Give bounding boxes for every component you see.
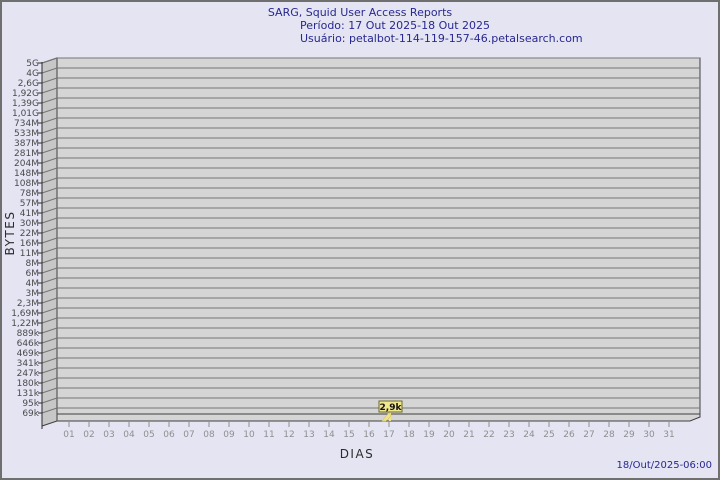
y-tick-label: 204M: [14, 159, 39, 169]
data-point-annotation: 2,9k: [379, 401, 402, 413]
y-tick-label: 1,69M: [11, 309, 39, 319]
x-tick-label: 30: [643, 430, 655, 440]
y-tick-label: 131k: [17, 389, 40, 399]
y-tick-label: 11M: [20, 249, 39, 259]
y-tick-label: 5G: [26, 59, 39, 69]
y-tick-label: 8M: [26, 259, 40, 269]
y-tick-label: 281M: [14, 149, 39, 159]
x-tick-label: 02: [83, 430, 94, 440]
x-tick-label: 14: [323, 430, 335, 440]
x-tick-label: 06: [163, 430, 175, 440]
y-tick-label: 4G: [26, 69, 39, 79]
annotation-value: 2,9k: [380, 403, 403, 413]
x-axis-title: DIAS: [340, 447, 375, 461]
plot-area: 5G4G2,6G1,92G1,39G1,01G734M533M387M281M2…: [11, 58, 700, 440]
y-tick-label: 108M: [14, 179, 39, 189]
x-tick-label: 26: [563, 430, 575, 440]
y-tick-label: 469k: [17, 349, 40, 359]
chart-user: Usuário: petalbot-114-119-157-46.petalse…: [300, 32, 583, 45]
x-tick-label: 20: [443, 430, 455, 440]
y-tick-label: 6M: [26, 269, 40, 279]
y-axis-title: BYTES: [3, 211, 17, 256]
y-tick-label: 533M: [14, 129, 39, 139]
x-tick-label: 23: [503, 430, 514, 440]
x-tick-label: 31: [663, 430, 674, 440]
y-tick-label: 341k: [17, 359, 40, 369]
x-tick-label: 07: [183, 430, 194, 440]
x-tick-label: 29: [623, 430, 635, 440]
x-tick-label: 21: [463, 430, 474, 440]
x-tick-label: 17: [383, 430, 394, 440]
x-tick-label: 05: [143, 430, 154, 440]
x-tick-label: 25: [543, 430, 554, 440]
chart-title: SARG, Squid User Access Reports: [268, 6, 453, 19]
y-tick-label: 387M: [14, 139, 39, 149]
plot-floor: [57, 414, 700, 421]
x-tick-label: 28: [603, 430, 615, 440]
y-tick-label: 1,01G: [12, 109, 39, 119]
x-tick-label: 16: [363, 430, 375, 440]
y-tick-label: 57M: [20, 199, 39, 209]
x-tick-label: 18: [403, 430, 415, 440]
sarg-report-page: SARG, Squid User Access Reports Período:…: [0, 0, 720, 480]
x-tick-label: 11: [263, 430, 274, 440]
y-tick-label: 247k: [17, 369, 40, 379]
x-tick-label: 13: [303, 430, 314, 440]
chart-period: Período: 17 Out 2025-18 Out 2025: [300, 19, 490, 32]
x-tick-label: 15: [343, 430, 354, 440]
y-tick-label: 4M: [26, 279, 40, 289]
y-tick-label: 30M: [20, 219, 39, 229]
x-tick-label: 24: [523, 430, 535, 440]
y-tick-label: 69k: [22, 409, 39, 419]
y-tick-label: 180k: [17, 379, 40, 389]
x-tick-label: 10: [243, 430, 255, 440]
y-tick-label: 1,22M: [11, 319, 39, 329]
x-tick-label: 08: [203, 430, 215, 440]
x-tick-label: 12: [283, 430, 294, 440]
y-tick-label: 646k: [17, 339, 40, 349]
y-tick-label: 734M: [14, 119, 39, 129]
generated-timestamp: 18/Out/2025-06:00: [617, 460, 712, 471]
x-tick-label: 22: [483, 430, 494, 440]
y-tick-label: 22M: [20, 229, 39, 239]
x-tick-label: 09: [223, 430, 235, 440]
plot-surface: [57, 58, 700, 414]
y-tick-label: 148M: [14, 169, 39, 179]
y-tick-label: 41M: [20, 209, 39, 219]
access-report-chart: SARG, Squid User Access Reports Período:…: [0, 0, 720, 480]
x-tick-label: 01: [63, 430, 74, 440]
y-tick-label: 3M: [26, 289, 40, 299]
x-tick-label: 27: [583, 430, 594, 440]
y-tick-label: 1,92G: [12, 89, 39, 99]
x-tick-label: 03: [103, 430, 114, 440]
y-tick-label: 78M: [20, 189, 39, 199]
y-tick-label: 16M: [20, 239, 39, 249]
x-tick-label: 19: [423, 430, 435, 440]
y-tick-label: 95k: [22, 399, 39, 409]
y-tick-label: 889k: [17, 329, 40, 339]
y-tick-label: 2,3M: [17, 299, 39, 309]
y-tick-label: 1,39G: [12, 99, 39, 109]
y-tick-label: 2,6G: [18, 79, 39, 89]
x-tick-label: 04: [123, 430, 135, 440]
